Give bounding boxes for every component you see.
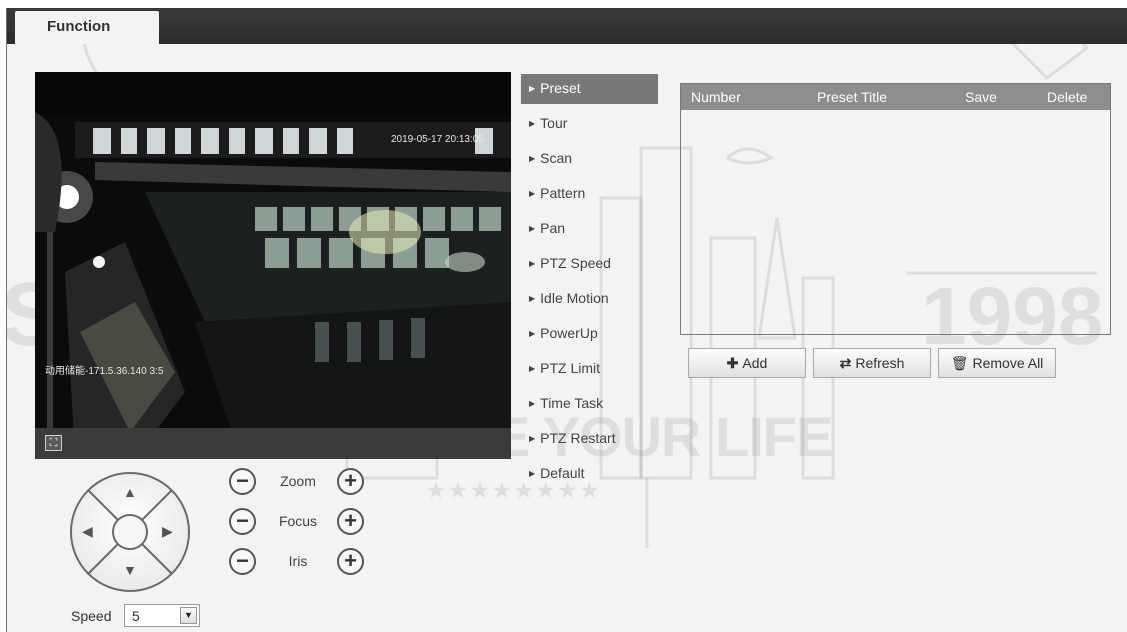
speed-select[interactable]: 5 ▼: [124, 604, 200, 627]
menu-item-powerup[interactable]: ▶ PowerUp: [521, 319, 658, 349]
iris-plus-button[interactable]: +: [337, 548, 364, 575]
menu-item-label: Tour: [540, 115, 568, 131]
menu-item-label: Time Task: [540, 395, 604, 411]
menu-item-scan[interactable]: ▶ Scan: [521, 144, 658, 174]
iris-minus-button[interactable]: −: [229, 548, 256, 575]
bullet-icon: ▶: [529, 84, 536, 93]
menu-item-label: Idle Motion: [540, 290, 609, 306]
focus-plus-button[interactable]: +: [337, 508, 364, 535]
plus-icon: ✚: [726, 355, 739, 371]
menu-item-ptz-restart[interactable]: ▶ PTZ Restart: [521, 424, 658, 454]
focus-label: Focus: [278, 513, 318, 529]
menu-item-label: PTZ Speed: [540, 255, 611, 271]
menu-item-idle-motion[interactable]: ▶ Idle Motion: [521, 284, 658, 314]
video-scene: [35, 72, 511, 459]
bullet-icon: ▶: [529, 154, 536, 163]
add-button[interactable]: ✚ Add: [688, 348, 806, 378]
iris-control: − Iris +: [229, 548, 369, 576]
menu-item-ptz-speed[interactable]: ▶ PTZ Speed: [521, 249, 658, 279]
menu-item-preset[interactable]: ▶ Preset: [521, 74, 658, 104]
arrow-right-icon: ▶: [162, 523, 173, 539]
focus-minus-button[interactable]: −: [229, 508, 256, 535]
menu-item-label: Scan: [540, 150, 573, 166]
bullet-icon: ▶: [529, 469, 536, 478]
live-video[interactable]: 2019-05-17 20:13:05 动用储能-171.5.36.140 3:…: [35, 72, 511, 459]
iris-label: Iris: [288, 553, 308, 569]
speed-value: 5: [132, 608, 140, 624]
add-button-label: Add: [742, 355, 768, 371]
bullet-icon: ▶: [529, 224, 536, 233]
menu-item-label: PTZ Limit: [540, 360, 601, 376]
table-header: Number Preset Title Save Delete: [681, 84, 1110, 110]
menu-item-label: Preset: [540, 80, 581, 96]
bullet-icon: ▶: [529, 364, 536, 373]
bullet-icon: ▶: [529, 259, 536, 268]
column-header-save: Save: [965, 89, 997, 105]
direction-pad: ▲ ▼ ◀ ▶: [68, 470, 192, 594]
menu-item-label: PowerUp: [540, 325, 598, 341]
column-header-preset-title: Preset Title: [817, 89, 888, 105]
ptz-up-button[interactable]: ▲: [113, 478, 147, 512]
ptz-right-button[interactable]: ▶: [152, 515, 186, 549]
arrow-left-icon: ◀: [82, 523, 93, 539]
fullscreen-icon[interactable]: ⛶: [45, 435, 62, 451]
remove-all-button[interactable]: 🗑 Remove All: [938, 348, 1056, 378]
tab-function[interactable]: Function: [15, 11, 159, 44]
refresh-icon: ⇄: [839, 355, 852, 371]
preset-table: Number Preset Title Save Delete: [680, 83, 1111, 335]
header-bar: Function: [7, 8, 1127, 44]
refresh-button[interactable]: ⇄ Refresh: [813, 348, 931, 378]
ptz-left-button[interactable]: ◀: [74, 515, 108, 549]
menu-item-tour[interactable]: ▶ Tour: [521, 109, 658, 139]
bullet-icon: ▶: [529, 399, 536, 408]
zoom-control: − Zoom +: [229, 468, 369, 496]
function-panel: 1998 WE SECURE YOUR LIFE ★★★★★★★★ S Func…: [6, 8, 1127, 632]
arrow-down-icon: ▼: [123, 562, 137, 578]
bullet-icon: ▶: [529, 119, 536, 128]
column-header-delete: Delete: [1047, 89, 1088, 105]
speed-label: Speed: [71, 608, 112, 624]
focus-control: − Focus +: [229, 508, 369, 536]
osd-timestamp: 2019-05-17 20:13:05: [391, 134, 484, 145]
menu-item-label: PTZ Restart: [540, 430, 616, 446]
arrow-up-icon: ▲: [123, 484, 137, 500]
menu-item-pattern[interactable]: ▶ Pattern: [521, 179, 658, 209]
menu-item-label: Pan: [540, 220, 566, 236]
zoom-in-button[interactable]: +: [337, 468, 364, 495]
refresh-button-label: Refresh: [855, 355, 905, 371]
dpad-center-button: [112, 514, 148, 550]
bullet-icon: ▶: [529, 294, 536, 303]
menu-item-ptz-limit[interactable]: ▶ PTZ Limit: [521, 354, 658, 384]
bullet-icon: ▶: [529, 329, 536, 338]
menu-item-label: Default: [540, 465, 585, 481]
video-toolbar: ⛶: [35, 428, 511, 459]
zoom-out-button[interactable]: −: [229, 468, 256, 495]
chevron-down-icon[interactable]: ▼: [180, 607, 197, 624]
bullet-icon: ▶: [529, 434, 536, 443]
zoom-label: Zoom: [280, 473, 316, 489]
menu-item-label: Pattern: [540, 185, 586, 201]
trash-icon: 🗑: [950, 355, 969, 371]
bullet-icon: ▶: [529, 189, 536, 198]
column-header-number: Number: [691, 89, 741, 105]
menu-item-time-task[interactable]: ▶ Time Task: [521, 389, 658, 419]
menu-item-pan[interactable]: ▶ Pan: [521, 214, 658, 244]
menu-item-default[interactable]: ▶ Default: [521, 459, 658, 489]
remove-all-button-label: Remove All: [972, 355, 1044, 371]
osd-channel-label: 动用储能-171.5.36.140 3:5: [45, 366, 164, 377]
ptz-down-button[interactable]: ▼: [113, 554, 147, 588]
